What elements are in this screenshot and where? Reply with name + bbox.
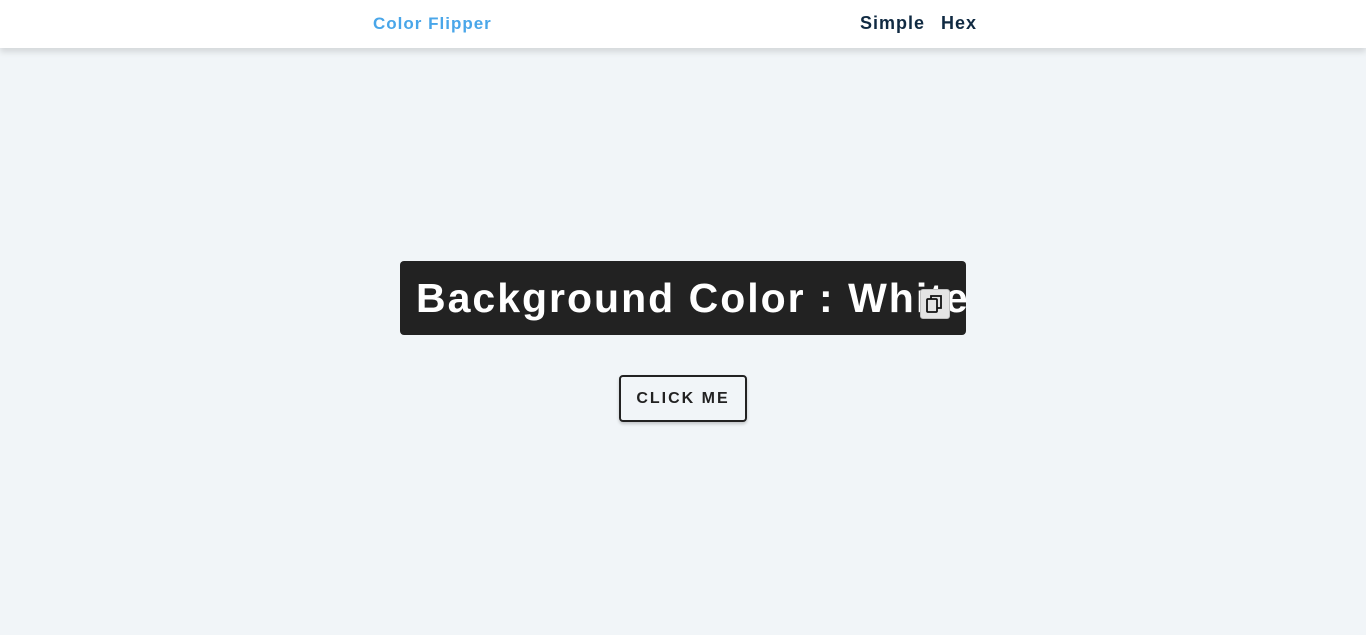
color-display-box: Background Color : White bbox=[400, 261, 968, 335]
navbar: Color Flipper Simple Hex bbox=[0, 0, 1366, 48]
click-me-button[interactable]: CLICK ME bbox=[619, 375, 747, 422]
nav-links: Simple Hex bbox=[860, 13, 977, 34]
color-value: White bbox=[848, 274, 970, 321]
brand-link[interactable]: Color Flipper bbox=[373, 14, 492, 34]
nav-link-hex[interactable]: Hex bbox=[941, 13, 977, 34]
main-content: Background Color : White CLICK ME bbox=[0, 48, 1366, 635]
color-heading: Background Color : White bbox=[416, 275, 970, 322]
nav-link-simple[interactable]: Simple bbox=[860, 13, 925, 34]
copy-icon bbox=[926, 295, 942, 313]
color-label: Background Color : bbox=[416, 274, 849, 321]
copy-button[interactable] bbox=[920, 289, 950, 319]
